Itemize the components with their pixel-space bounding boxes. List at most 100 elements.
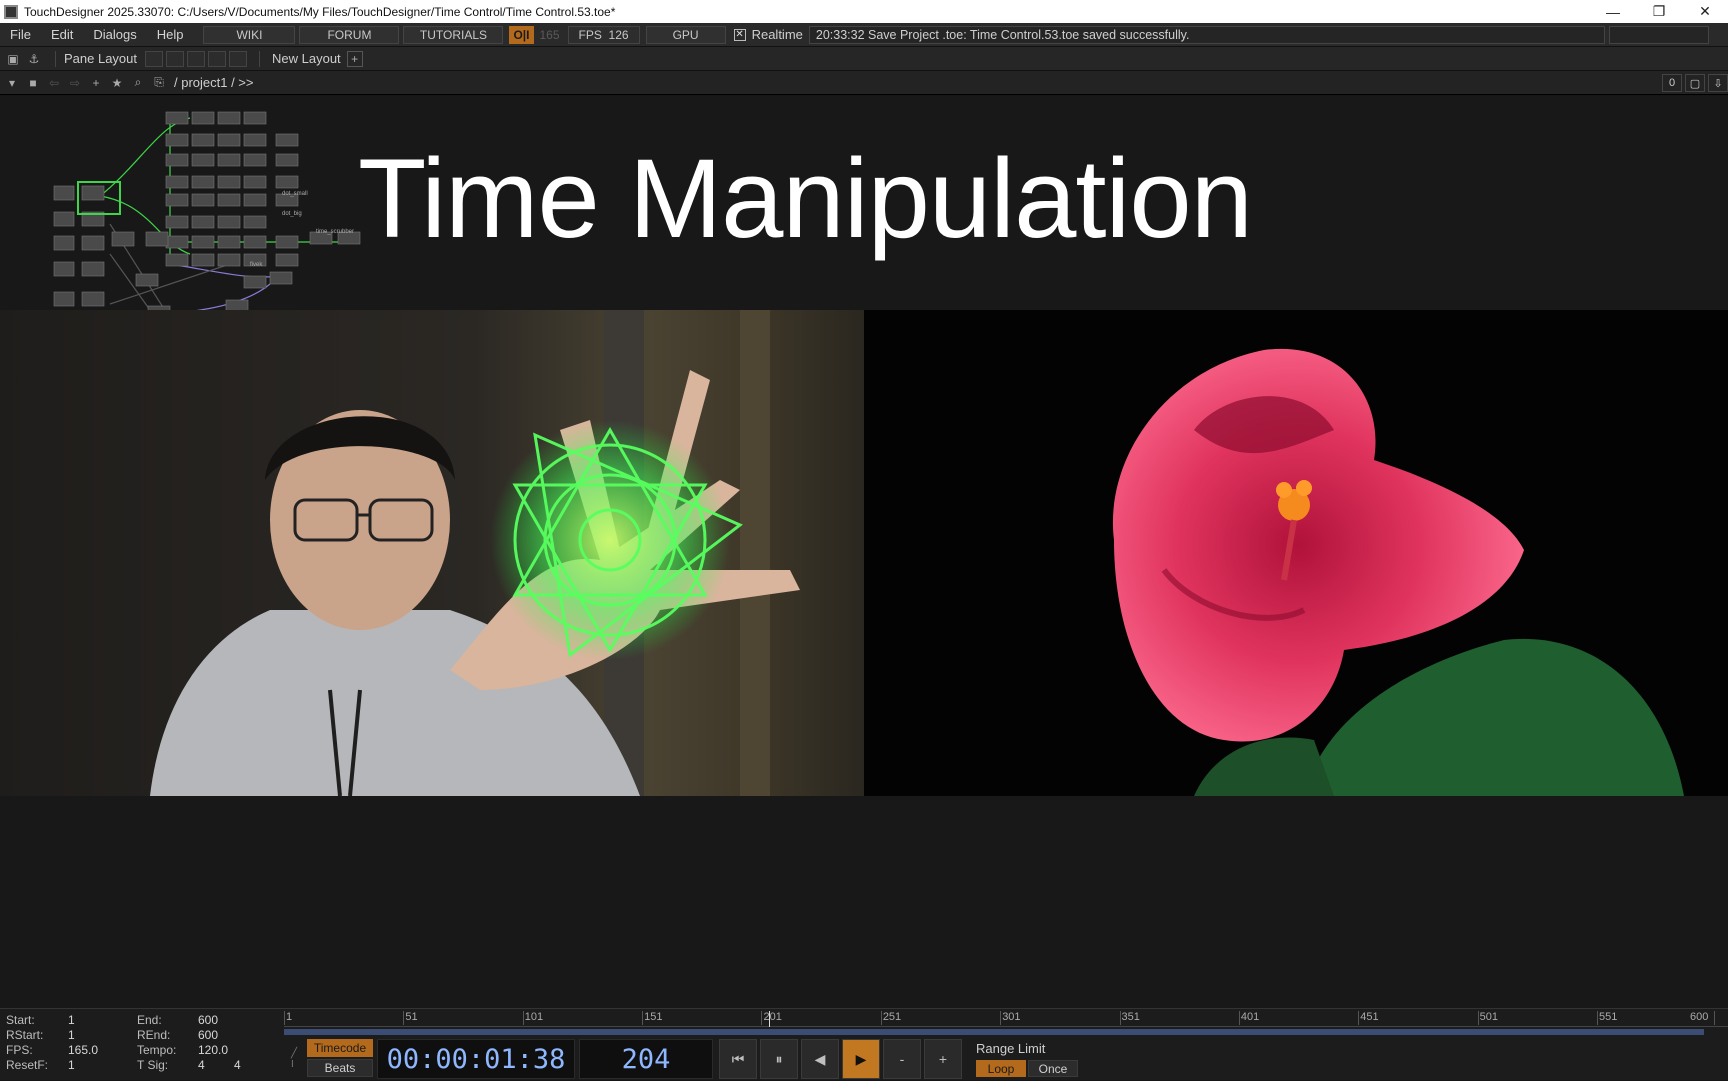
operator-node[interactable] xyxy=(81,185,105,201)
operator-node[interactable] xyxy=(243,175,267,189)
maximize-button[interactable]: ❐ xyxy=(1636,0,1682,23)
network-path[interactable]: / project1 / >> xyxy=(174,75,254,90)
frame-display[interactable]: 204 xyxy=(579,1039,713,1079)
wiki-link-button[interactable]: WIKI xyxy=(203,25,296,44)
operator-node[interactable] xyxy=(269,271,293,285)
gpu-button[interactable]: GPU xyxy=(645,25,726,44)
operator-node[interactable] xyxy=(145,231,169,247)
operator-node[interactable] xyxy=(165,235,189,249)
step-back-button[interactable]: ◀ xyxy=(801,1039,839,1079)
beats-mode-button[interactable]: Beats xyxy=(307,1059,373,1077)
operator-node[interactable] xyxy=(81,261,105,277)
operator-node[interactable] xyxy=(165,175,189,189)
pause-button[interactable]: ⏸ xyxy=(760,1039,798,1079)
end-value[interactable]: 600 xyxy=(198,1013,218,1027)
performance-monitor-button[interactable]: O|I xyxy=(509,25,534,44)
layout-split-vertical-button[interactable] xyxy=(166,50,185,67)
tsig-numerator[interactable]: 4 xyxy=(198,1058,205,1072)
playhead[interactable] xyxy=(768,1011,770,1027)
resetf-value[interactable]: 1 xyxy=(68,1058,75,1072)
loop-button[interactable]: Loop xyxy=(976,1060,1026,1077)
webcam-video-viewer[interactable] xyxy=(0,310,864,796)
menu-help[interactable]: Help xyxy=(147,27,194,42)
operator-node[interactable] xyxy=(275,153,299,167)
timecode-display[interactable]: 00:00:01:38 xyxy=(377,1039,575,1079)
fps-value[interactable]: 165.0 xyxy=(68,1043,98,1057)
operator-node[interactable] xyxy=(217,193,241,207)
operator-node[interactable] xyxy=(53,185,75,201)
timeline-expand-icon[interactable]: ╱ I xyxy=(287,1040,301,1078)
once-button[interactable]: Once xyxy=(1028,1060,1078,1077)
rewind-to-start-button[interactable]: ⏮ xyxy=(719,1039,757,1079)
operator-node[interactable] xyxy=(275,235,299,249)
operator-node[interactable] xyxy=(275,175,299,189)
close-button[interactable]: ✕ xyxy=(1682,0,1728,23)
flower-video-viewer[interactable] xyxy=(864,310,1728,796)
operator-node[interactable] xyxy=(217,153,241,167)
operator-node[interactable] xyxy=(217,175,241,189)
forward-icon[interactable]: ⇨ xyxy=(66,74,84,92)
parent-network-icon[interactable]: ⎘ xyxy=(150,74,168,92)
new-layout-label[interactable]: New Layout xyxy=(272,51,341,66)
operator-node[interactable] xyxy=(243,215,267,229)
layout-four-button[interactable] xyxy=(229,50,248,67)
operator-node[interactable] xyxy=(217,111,241,125)
realtime-checkbox[interactable]: ✕ xyxy=(733,28,746,41)
operator-node[interactable] xyxy=(191,253,215,267)
operator-node[interactable] xyxy=(165,111,189,125)
operator-node[interactable] xyxy=(53,235,75,251)
operator-node[interactable] xyxy=(53,261,75,277)
stop-icon[interactable]: ■ xyxy=(24,74,42,92)
operator-node[interactable] xyxy=(275,133,299,147)
add-layout-button[interactable]: + xyxy=(346,50,363,67)
operator-node[interactable] xyxy=(217,235,241,249)
operator-node[interactable] xyxy=(191,153,215,167)
operator-node[interactable] xyxy=(217,133,241,147)
operator-node[interactable] xyxy=(275,253,299,267)
operator-node[interactable] xyxy=(165,133,189,147)
tutorials-link-button[interactable]: TUTORIALS xyxy=(403,25,504,44)
operator-node[interactable] xyxy=(191,193,215,207)
pane-view-icon[interactable]: ▣ xyxy=(4,50,22,68)
operator-node[interactable] xyxy=(81,235,105,251)
operator-node[interactable] xyxy=(243,235,267,249)
dropdown-icon[interactable]: ▾ xyxy=(3,74,21,92)
tempo-value[interactable]: 120.0 xyxy=(198,1043,228,1057)
operator-node[interactable] xyxy=(243,153,267,167)
anchor-icon[interactable]: ⚓ xyxy=(25,50,43,68)
operator-node[interactable] xyxy=(191,133,215,147)
menu-edit[interactable]: Edit xyxy=(41,27,83,42)
forum-link-button[interactable]: FORUM xyxy=(299,25,400,44)
menu-dialogs[interactable]: Dialogs xyxy=(83,27,146,42)
operator-node[interactable] xyxy=(111,231,135,247)
layout-single-button[interactable] xyxy=(145,50,164,67)
operator-node[interactable] xyxy=(243,193,267,207)
operator-node[interactable] xyxy=(165,193,189,207)
home-plus-icon[interactable]: + xyxy=(87,74,105,92)
operator-node[interactable] xyxy=(165,215,189,229)
search-network-icon[interactable]: ⌕ xyxy=(129,74,147,92)
back-icon[interactable]: ⇦ xyxy=(45,74,63,92)
download-icon[interactable]: ⇩ xyxy=(1708,74,1728,92)
realtime-toggle[interactable]: ✕ Realtime xyxy=(733,27,803,42)
layout-split-horizontal-button[interactable] xyxy=(187,50,206,67)
operator-node[interactable] xyxy=(243,111,267,125)
operator-node[interactable] xyxy=(135,273,159,287)
tsig-denominator[interactable]: 4 xyxy=(234,1058,241,1072)
start-value[interactable]: 1 xyxy=(68,1013,75,1027)
minimize-button[interactable]: — xyxy=(1590,0,1636,23)
rstart-value[interactable]: 1 xyxy=(68,1028,75,1042)
layout-three-button[interactable] xyxy=(208,50,227,67)
faster-button[interactable]: + xyxy=(924,1039,962,1079)
operator-node[interactable] xyxy=(165,153,189,167)
play-button[interactable]: ▶ xyxy=(842,1039,880,1079)
operator-node[interactable] xyxy=(191,215,215,229)
operator-node[interactable] xyxy=(191,111,215,125)
operator-node[interactable] xyxy=(243,133,267,147)
timecode-mode-button[interactable]: Timecode xyxy=(307,1039,373,1057)
operator-node[interactable] xyxy=(53,291,75,307)
operator-node[interactable] xyxy=(81,291,105,307)
network-editor[interactable]: dot_small dot_big time_scrubber fivek bl… xyxy=(0,96,1728,1008)
timeline-ruler[interactable]: 1 51 101 151 201 251 301 351 401 451 501 551 600 xyxy=(284,1011,1728,1027)
slower-button[interactable]: - xyxy=(883,1039,921,1079)
